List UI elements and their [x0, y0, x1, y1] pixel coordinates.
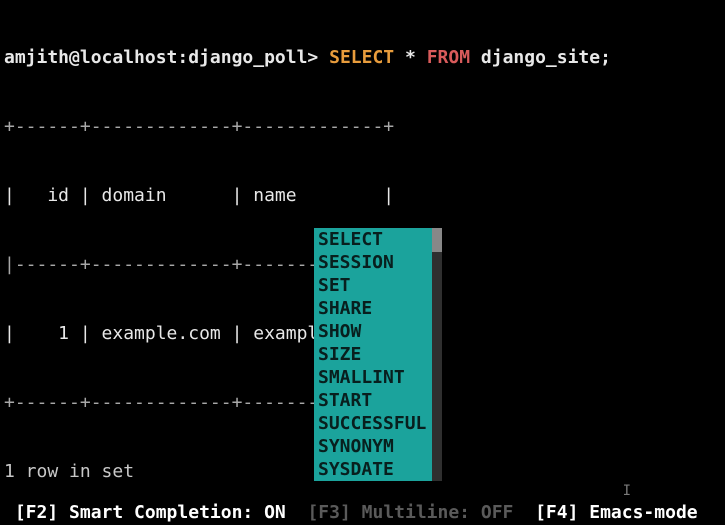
status-edit-mode[interactable]: [F4] Emacs-mode	[535, 501, 698, 525]
autocomplete-item[interactable]: SET	[314, 274, 432, 297]
sql-keyword-from: FROM	[427, 47, 470, 68]
status-gap	[513, 501, 535, 525]
table-border-top: +------+-------------+-------------+	[4, 115, 721, 138]
autocomplete-scrollbar[interactable]	[432, 228, 442, 481]
sql-table: django_site;	[481, 47, 611, 68]
autocomplete-item[interactable]: SELECT	[314, 228, 432, 251]
autocomplete-item[interactable]: SHOW	[314, 320, 432, 343]
status-bar: [F2] Smart Completion: ON [F3] Multiline…	[0, 501, 725, 525]
sql-star: *	[405, 47, 416, 68]
prev-command-line: amjith@localhost:django_poll> SELECT * F…	[4, 46, 721, 69]
autocomplete-popup[interactable]: SELECT SESSION SET SHARE SHOW SIZE SMALL…	[314, 228, 442, 481]
status-multiline[interactable]: [F3] Multiline: OFF	[307, 501, 513, 525]
autocomplete-item[interactable]: SIZE	[314, 343, 432, 366]
autocomplete-item[interactable]: SYSDATE	[314, 458, 432, 481]
table-header-row: | id | domain | name |	[4, 184, 721, 207]
autocomplete-item[interactable]: SYNONYM	[314, 435, 432, 458]
prompt: amjith@localhost:django_poll>	[4, 47, 318, 68]
autocomplete-item[interactable]: SUCCESSFUL	[314, 412, 432, 435]
autocomplete-item[interactable]: START	[314, 389, 432, 412]
status-gap	[286, 501, 308, 525]
sql-keyword-select: SELECT	[329, 47, 394, 68]
autocomplete-item[interactable]: SESSION	[314, 251, 432, 274]
scrollbar-thumb[interactable]	[432, 228, 442, 252]
autocomplete-item[interactable]: SMALLINT	[314, 366, 432, 389]
autocomplete-item[interactable]: SHARE	[314, 297, 432, 320]
autocomplete-list: SELECT SESSION SET SHARE SHOW SIZE SMALL…	[314, 228, 432, 481]
status-smart-completion[interactable]: [F2] Smart Completion: ON	[15, 501, 286, 525]
status-gap	[4, 501, 15, 525]
